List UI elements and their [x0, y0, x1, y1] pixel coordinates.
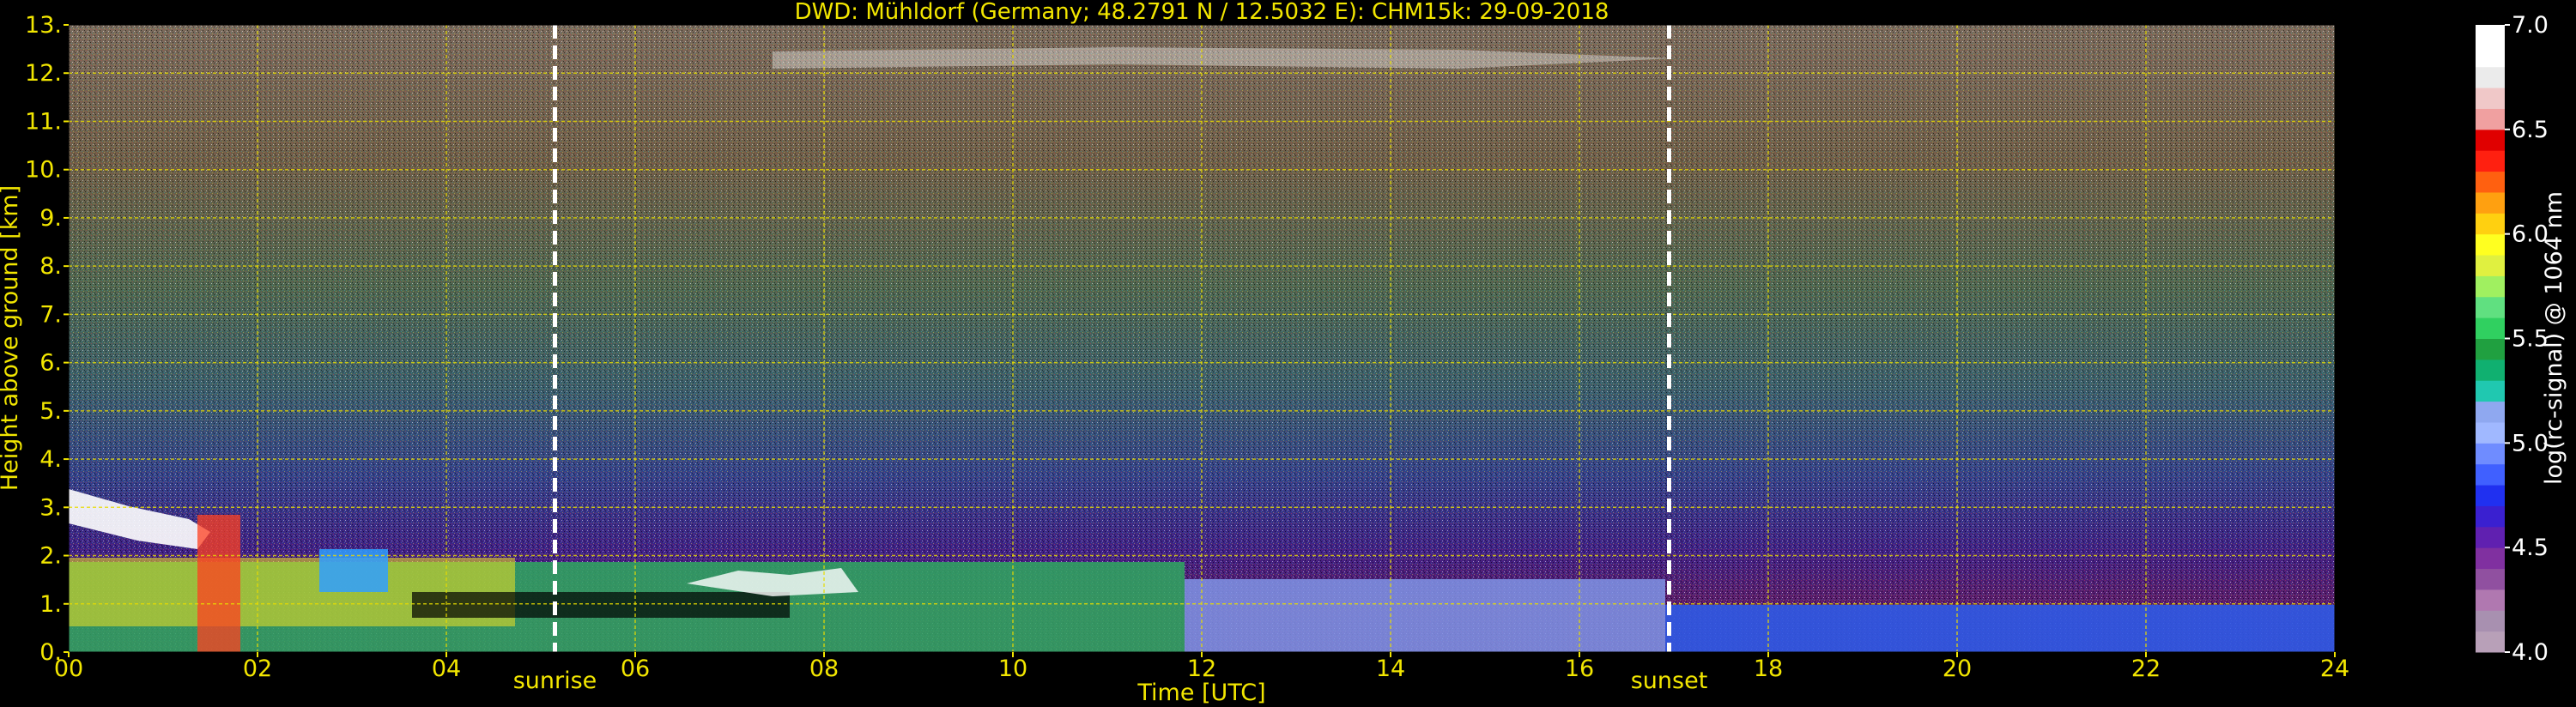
x-axis-label: Time [UTC] [1136, 680, 1265, 706]
colorbar-segment [2476, 505, 2505, 528]
colorbar-segment [2476, 443, 2505, 465]
colorbar-segment [2476, 359, 2505, 381]
colorbar-segment [2476, 45, 2505, 68]
x-tick-label: 02 [243, 656, 272, 682]
y-tick-label: 7. [39, 301, 62, 328]
chart-title: DWD: Mühldorf (Germany; 48.2791 N / 12.5… [795, 0, 1609, 25]
y-tick-label: 3. [39, 494, 62, 521]
x-tick-label: 20 [1943, 656, 1972, 682]
y-tick-label: 11. [25, 108, 62, 135]
colorbar-segment [2476, 108, 2505, 130]
y-axis-ticks: 0. 1. 2. 3. 4. 5. 6. 7. 8. 9. 10. 11. 12. 13. [25, 12, 69, 666]
colorbar-segment [2476, 296, 2505, 318]
dark-residual-layer [412, 592, 790, 618]
y-tick-label: 6. [39, 350, 62, 377]
colorbar-segment [2476, 317, 2505, 339]
colorbar-segment [2476, 88, 2505, 109]
colorbar-tick-label: 7.0 [2512, 12, 2549, 39]
y-tick-label: 12. [25, 60, 62, 87]
x-tick-label: 14 [1376, 656, 1405, 682]
colorbar-tick-label: 4.0 [2512, 639, 2549, 666]
boundary-layer-band-afternoon [1185, 579, 1665, 652]
y-tick-label: 13. [25, 12, 62, 39]
colorbar-segment [2476, 129, 2505, 151]
ceilometer-chart: sunrise sunset 00 02 04 06 08 10 12 14 16 18 20 22 24… [0, 0, 2567, 706]
y-tick-label: 0. [39, 639, 62, 666]
colorbar-segment [2476, 191, 2505, 214]
y-tick-label: 1. [39, 591, 62, 618]
colorbar-label: log(rc-signal) @ 1064 nm [2541, 191, 2567, 485]
cloud-column [197, 515, 240, 652]
colorbar-segment [2476, 213, 2505, 235]
colorbar-tick-label: 6.5 [2512, 117, 2549, 143]
colorbar-segment [2476, 401, 2505, 423]
colorbar-segment [2476, 233, 2505, 256]
x-tick-label: 24 [2320, 656, 2349, 682]
y-tick-label: 10. [25, 157, 62, 184]
x-tick-label: 12 [1187, 656, 1216, 682]
colorbar-segment [2476, 610, 2505, 632]
x-tick-label: 16 [1565, 656, 1594, 682]
x-tick-label: 22 [2131, 656, 2161, 682]
colorbar-segment [2476, 380, 2505, 402]
colorbar-segment [2476, 547, 2505, 570]
colorbar-segment [2476, 485, 2505, 506]
colorbar-segment [2476, 421, 2505, 444]
marker-label-sunrise: sunrise [513, 668, 597, 694]
colorbar-segment [2476, 463, 2505, 486]
x-tick-label: 06 [621, 656, 650, 682]
x-tick-label: 18 [1754, 656, 1783, 682]
x-tick-label: 10 [998, 656, 1027, 682]
colorbar-segment [2476, 338, 2505, 360]
y-tick-label: 5. [39, 398, 62, 425]
x-tick-label: 04 [432, 656, 461, 682]
colorbar-segment [2476, 25, 2505, 46]
y-tick-label: 9. [39, 205, 62, 232]
colorbar-segment [2476, 568, 2505, 590]
colorbar-segment [2476, 275, 2505, 298]
marker-label-sunset: sunset [1631, 668, 1708, 694]
night-layer-band [1665, 605, 2335, 652]
colorbar-segment [2476, 255, 2505, 276]
x-tick-label: 08 [809, 656, 839, 682]
colorbar-segment [2476, 631, 2505, 653]
colorbar-segment [2476, 526, 2505, 548]
colorbar-segment [2476, 171, 2505, 193]
colorbar-segment [2476, 66, 2505, 88]
y-tick-label: 2. [39, 543, 62, 570]
colorbar-tick-label: 4.5 [2512, 535, 2549, 561]
colorbar-segment [2476, 589, 2505, 611]
y-tick-label: 8. [39, 253, 62, 280]
colorbar [2476, 25, 2505, 653]
x-axis-ticks: 00 02 04 06 08 10 12 14 16 18 20 22 24 [54, 652, 2349, 682]
y-tick-label: 4. [39, 446, 62, 473]
y-axis-label: Height above ground [km] [0, 185, 23, 491]
colorbar-segment [2476, 150, 2505, 172]
